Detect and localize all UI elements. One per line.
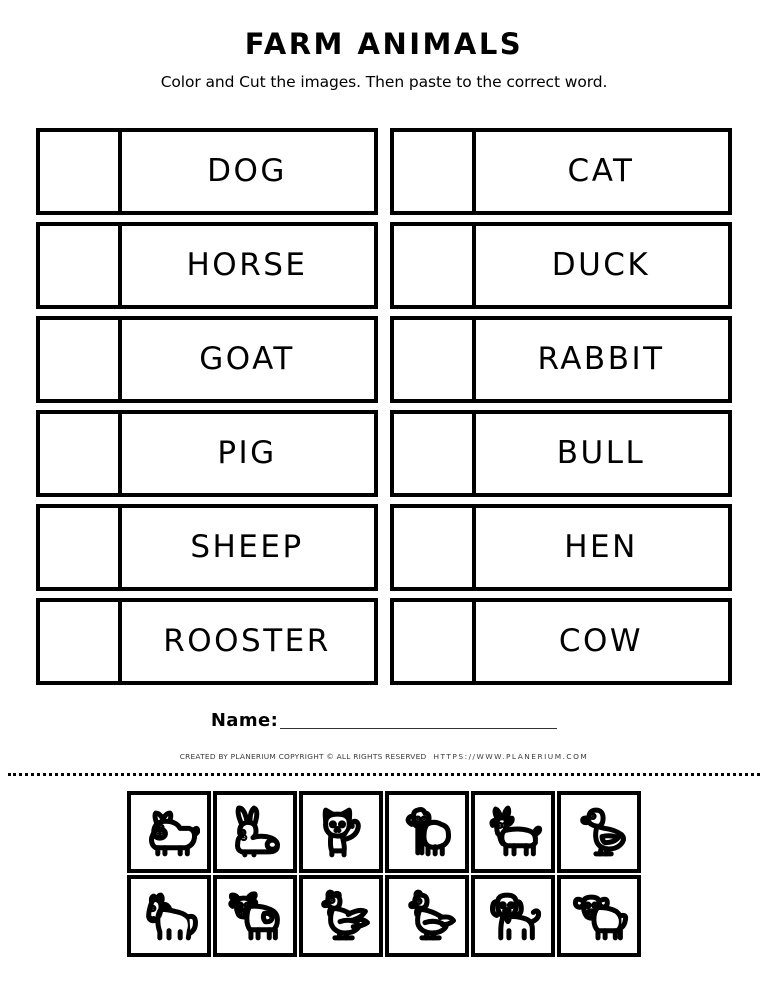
page-title: FARM ANIMALS: [244, 27, 524, 61]
word-label: CAT: [567, 152, 635, 189]
paste-box[interactable]: [40, 414, 122, 493]
paste-box[interactable]: [40, 508, 122, 587]
word-row: PIG BULL: [36, 410, 732, 497]
page-subtitle: Color and Cut the images. Then paste to …: [160, 73, 608, 91]
paste-box[interactable]: [394, 602, 476, 681]
word-card-grid: DOG CAT HORSE DUCK GOAT RABBIT PIG BULL …: [36, 128, 732, 692]
name-input-line[interactable]: [280, 728, 558, 729]
picture-card-rooster[interactable]: [299, 875, 383, 957]
word-row: HORSE DUCK: [36, 222, 732, 309]
word-card[interactable]: HEN: [390, 504, 732, 591]
paste-box[interactable]: [394, 320, 476, 399]
word-card[interactable]: DUCK: [390, 222, 732, 309]
paste-box[interactable]: [394, 414, 476, 493]
paste-box[interactable]: [394, 508, 476, 587]
paste-box[interactable]: [394, 226, 476, 305]
worksheet-page: FARM ANIMALS Color and Cut the images. T…: [0, 0, 768, 994]
name-field: Name:: [0, 712, 768, 731]
word-row: DOG CAT: [36, 128, 732, 215]
worksheet-header: FARM ANIMALS Color and Cut the images. T…: [0, 0, 768, 91]
duck-icon: [568, 804, 630, 860]
paste-box[interactable]: [40, 132, 122, 211]
dog-icon: [482, 888, 544, 944]
website-url: HTTPS://WWW.PLANERIUM.COM: [433, 752, 589, 761]
cow-icon: [224, 888, 286, 944]
picture-card-sheep[interactable]: [385, 791, 469, 873]
word-label: RABBIT: [537, 340, 665, 377]
word-card[interactable]: RABBIT: [390, 316, 732, 403]
picture-card-hen[interactable]: [385, 875, 469, 957]
picture-card-cow[interactable]: [213, 875, 297, 957]
word-label: DOG: [207, 152, 287, 189]
picture-card-dog[interactable]: [471, 875, 555, 957]
picture-card-horse[interactable]: [127, 875, 211, 957]
picture-card-grid: [127, 791, 645, 959]
picture-card-goat[interactable]: [471, 791, 555, 873]
copyright-footer: CREATED BY PLANERIUM COPYRIGHT © ALL RIG…: [0, 752, 768, 761]
word-card[interactable]: COW: [390, 598, 732, 685]
word-card[interactable]: GOAT: [36, 316, 378, 403]
word-card[interactable]: PIG: [36, 410, 378, 497]
paste-box[interactable]: [40, 226, 122, 305]
word-row: SHEEP HEN: [36, 504, 732, 591]
word-label: DUCK: [551, 246, 651, 283]
bull-icon: [568, 888, 630, 944]
word-card[interactable]: DOG: [36, 128, 378, 215]
picture-card-bull[interactable]: [557, 875, 641, 957]
word-card[interactable]: SHEEP: [36, 504, 378, 591]
rooster-icon: [310, 888, 372, 944]
picture-card-cat[interactable]: [299, 791, 383, 873]
cut-line: [8, 773, 760, 776]
picture-card-rabbit[interactable]: [213, 791, 297, 873]
paste-box[interactable]: [40, 602, 122, 681]
paste-box[interactable]: [394, 132, 476, 211]
word-label: SHEEP: [190, 528, 304, 565]
picture-card-duck[interactable]: [557, 791, 641, 873]
cat-icon: [310, 804, 372, 860]
pig-icon: [138, 804, 200, 860]
word-row: ROOSTER COW: [36, 598, 732, 685]
word-card[interactable]: ROOSTER: [36, 598, 378, 685]
word-label: HEN: [564, 528, 638, 565]
hen-icon: [396, 888, 458, 944]
copyright-text: CREATED BY PLANERIUM COPYRIGHT © ALL RIG…: [179, 752, 427, 761]
word-label: BULL: [556, 434, 646, 471]
horse-icon: [138, 888, 200, 944]
name-label: Name:: [210, 710, 279, 731]
word-card[interactable]: BULL: [390, 410, 732, 497]
rabbit-icon: [224, 804, 286, 860]
word-card[interactable]: HORSE: [36, 222, 378, 309]
picture-card-pig[interactable]: [127, 791, 211, 873]
picture-row: [127, 875, 645, 957]
word-card[interactable]: CAT: [390, 128, 732, 215]
word-row: GOAT RABBIT: [36, 316, 732, 403]
word-label: COW: [558, 622, 644, 659]
word-label: HORSE: [186, 246, 308, 283]
paste-box[interactable]: [40, 320, 122, 399]
word-label: GOAT: [199, 340, 295, 377]
word-label: ROOSTER: [163, 622, 331, 659]
word-label: PIG: [217, 434, 277, 471]
picture-row: [127, 791, 645, 873]
sheep-icon: [396, 804, 458, 860]
goat-icon: [482, 804, 544, 860]
